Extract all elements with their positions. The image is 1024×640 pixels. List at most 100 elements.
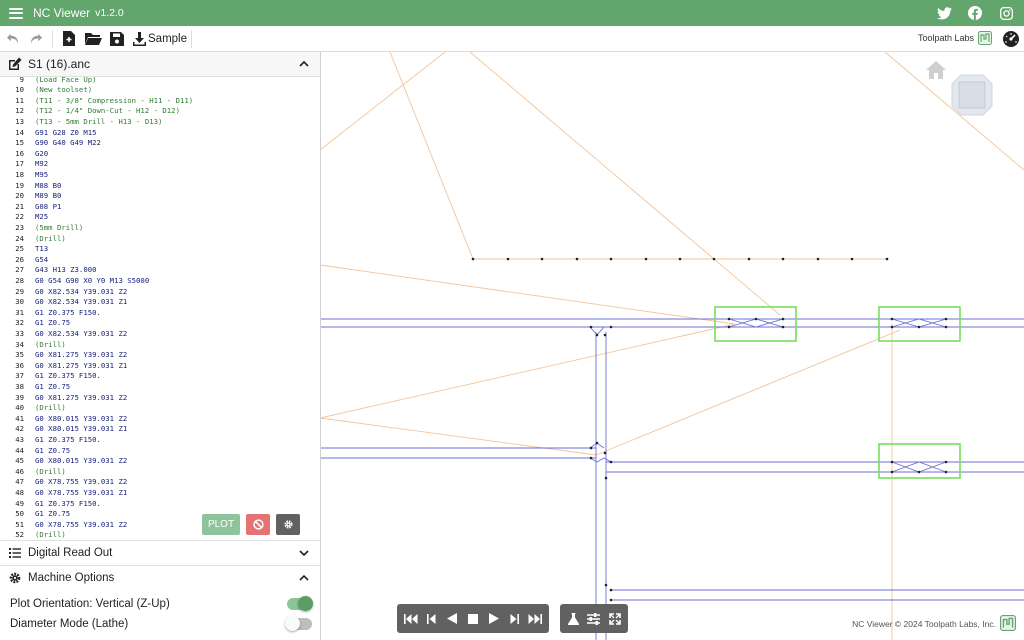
flask-icon[interactable] xyxy=(564,610,582,628)
file-header[interactable]: S1 (16).anc xyxy=(0,52,320,77)
undo-icon[interactable] xyxy=(0,28,24,50)
chevron-down-icon[interactable] xyxy=(298,547,310,559)
save-icon[interactable] xyxy=(105,28,129,50)
code-text: G0 X78.755 Y39.031 Z2 xyxy=(35,519,128,529)
line-number: 52 xyxy=(15,530,24,539)
line-number: 23 xyxy=(15,222,24,232)
play-reverse-icon[interactable] xyxy=(443,610,461,628)
chevron-up-icon[interactable] xyxy=(298,58,310,70)
list-icon xyxy=(9,548,21,558)
code-text: G0 G54 G90 X0 Y0 M13 S5000 xyxy=(35,275,150,285)
view-cube[interactable] xyxy=(951,74,993,116)
jump-end-icon[interactable] xyxy=(526,610,544,628)
code-line: 49 G1 Z0.375 F150. xyxy=(0,499,320,510)
line-number: 28 xyxy=(15,275,24,285)
stop-icon[interactable] xyxy=(464,610,482,628)
code-text: (Drill) xyxy=(35,466,66,476)
diameter-mode-toggle[interactable] xyxy=(285,616,312,631)
redo-icon[interactable] xyxy=(24,28,48,50)
line-number: 27 xyxy=(15,265,24,275)
toolpath-labs-logo-icon xyxy=(1000,615,1016,631)
dro-section-header[interactable]: Digital Read Out xyxy=(0,540,320,565)
performance-gauge-icon[interactable] xyxy=(1002,30,1020,48)
step-back-icon[interactable] xyxy=(423,610,441,628)
brand-logo-icon xyxy=(978,31,992,45)
instagram-icon[interactable] xyxy=(997,4,1015,22)
rapid-moves xyxy=(320,52,1024,640)
code-line: 40 (Drill) xyxy=(0,403,320,414)
code-text: (Drill) xyxy=(35,403,66,413)
line-number: 13 xyxy=(15,116,24,126)
code-line: 51 G0 X78.755 Y39.031 Z2 xyxy=(0,520,320,531)
title-bar: NC Viewer v1.2.0 xyxy=(0,0,1024,26)
line-number: 42 xyxy=(15,424,24,434)
code-text: M25 xyxy=(35,212,49,222)
line-number: 22 xyxy=(15,212,24,222)
plot-orientation-toggle[interactable] xyxy=(287,596,313,611)
nc-viewer-app: NC Viewer v1.2.0 Sample Toolpath Labs S1… xyxy=(0,0,1024,640)
jump-start-icon[interactable] xyxy=(402,610,420,628)
code-line: 16 G20 xyxy=(0,149,320,160)
code-text: (New toolset) xyxy=(35,85,93,95)
selection-highlights xyxy=(714,306,961,479)
menu-icon[interactable] xyxy=(9,7,23,19)
code-line: 9 (Load Face Up) xyxy=(0,77,320,85)
editor-settings-button[interactable] xyxy=(276,514,300,535)
diameter-mode-label: Diameter Mode (Lathe) xyxy=(10,618,129,630)
step-forward-icon[interactable] xyxy=(505,610,523,628)
code-text: (5mm Drill) xyxy=(35,222,84,232)
brand[interactable]: Toolpath Labs xyxy=(918,31,992,45)
line-number: 34 xyxy=(15,339,24,349)
code-text: (Load Face Up) xyxy=(35,77,97,84)
line-number: 31 xyxy=(15,307,24,317)
code-text: G0 X82.534 Y39.031 Z1 xyxy=(35,297,128,307)
machine-options-label: Machine Options xyxy=(28,572,115,584)
new-file-icon[interactable] xyxy=(57,28,81,50)
code-line: 24 (Drill) xyxy=(0,234,320,245)
stop-button[interactable] xyxy=(246,514,270,535)
line-number: 17 xyxy=(15,159,24,169)
code-line: 38 G1 Z0.75 xyxy=(0,382,320,393)
line-number: 49 xyxy=(15,498,24,508)
code-text: G0 X78.755 Y39.031 Z2 xyxy=(35,477,128,487)
toolpath-viewport[interactable] xyxy=(320,52,1024,640)
dro-label: Digital Read Out xyxy=(28,547,113,559)
code-line: 42 G0 X80.015 Y39.031 Z1 xyxy=(0,424,320,435)
open-folder-icon[interactable] xyxy=(81,28,105,50)
app-title: NC Viewer xyxy=(33,6,91,20)
machine-options-header[interactable]: Machine Options xyxy=(0,565,320,590)
code-text: M88 B0 xyxy=(35,180,62,190)
code-text: (T13 - 5mm Drill - H13 - D13) xyxy=(35,116,163,126)
code-line: 11 (T11 - 3/8" Compression - H11 - D11) xyxy=(0,96,320,107)
expand-icon[interactable] xyxy=(606,610,624,628)
code-line: 37 G1 Z0.375 F150. xyxy=(0,371,320,382)
home-view-icon[interactable] xyxy=(925,60,947,80)
facebook-icon[interactable] xyxy=(966,4,984,22)
line-number: 20 xyxy=(15,191,24,201)
sliders-icon[interactable] xyxy=(585,610,603,628)
plot-button[interactable]: PLOT xyxy=(202,514,240,535)
code-text: G1 Z0.75 xyxy=(35,381,71,391)
code-text: G0 X81.275 Y39.031 Z2 xyxy=(35,350,128,360)
chevron-up-icon[interactable] xyxy=(298,572,310,584)
code-text: G0 X80.015 Y39.031 Z2 xyxy=(35,456,128,466)
code-line: 17 M92 xyxy=(0,159,320,170)
gcode-editor[interactable]: 9 (Load Face Up) 10 (New toolset) 11 (T11 - 3… xyxy=(0,77,320,539)
code-text: G1 Z0.75 xyxy=(35,509,71,519)
code-line: 44 G1 Z0.75 xyxy=(0,446,320,457)
code-line: 20 M89 B0 xyxy=(0,191,320,202)
line-number: 41 xyxy=(15,413,24,423)
line-number: 33 xyxy=(15,328,24,338)
line-number: 15 xyxy=(15,138,24,148)
code-line: 50 G1 Z0.75 xyxy=(0,509,320,520)
cancel-icon xyxy=(252,519,264,530)
code-line: 47 G0 X78.755 Y39.031 Z2 xyxy=(0,477,320,488)
line-number: 18 xyxy=(15,169,24,179)
sample-button[interactable]: Sample xyxy=(133,28,187,50)
twitter-icon[interactable] xyxy=(935,4,953,22)
code-line: 19 M88 B0 xyxy=(0,181,320,192)
play-icon[interactable] xyxy=(485,610,503,628)
diameter-mode-option: Diameter Mode (Lathe) xyxy=(0,614,320,634)
line-number: 46 xyxy=(15,466,24,476)
code-line: 35 G0 X81.275 Y39.031 Z2 xyxy=(0,350,320,361)
